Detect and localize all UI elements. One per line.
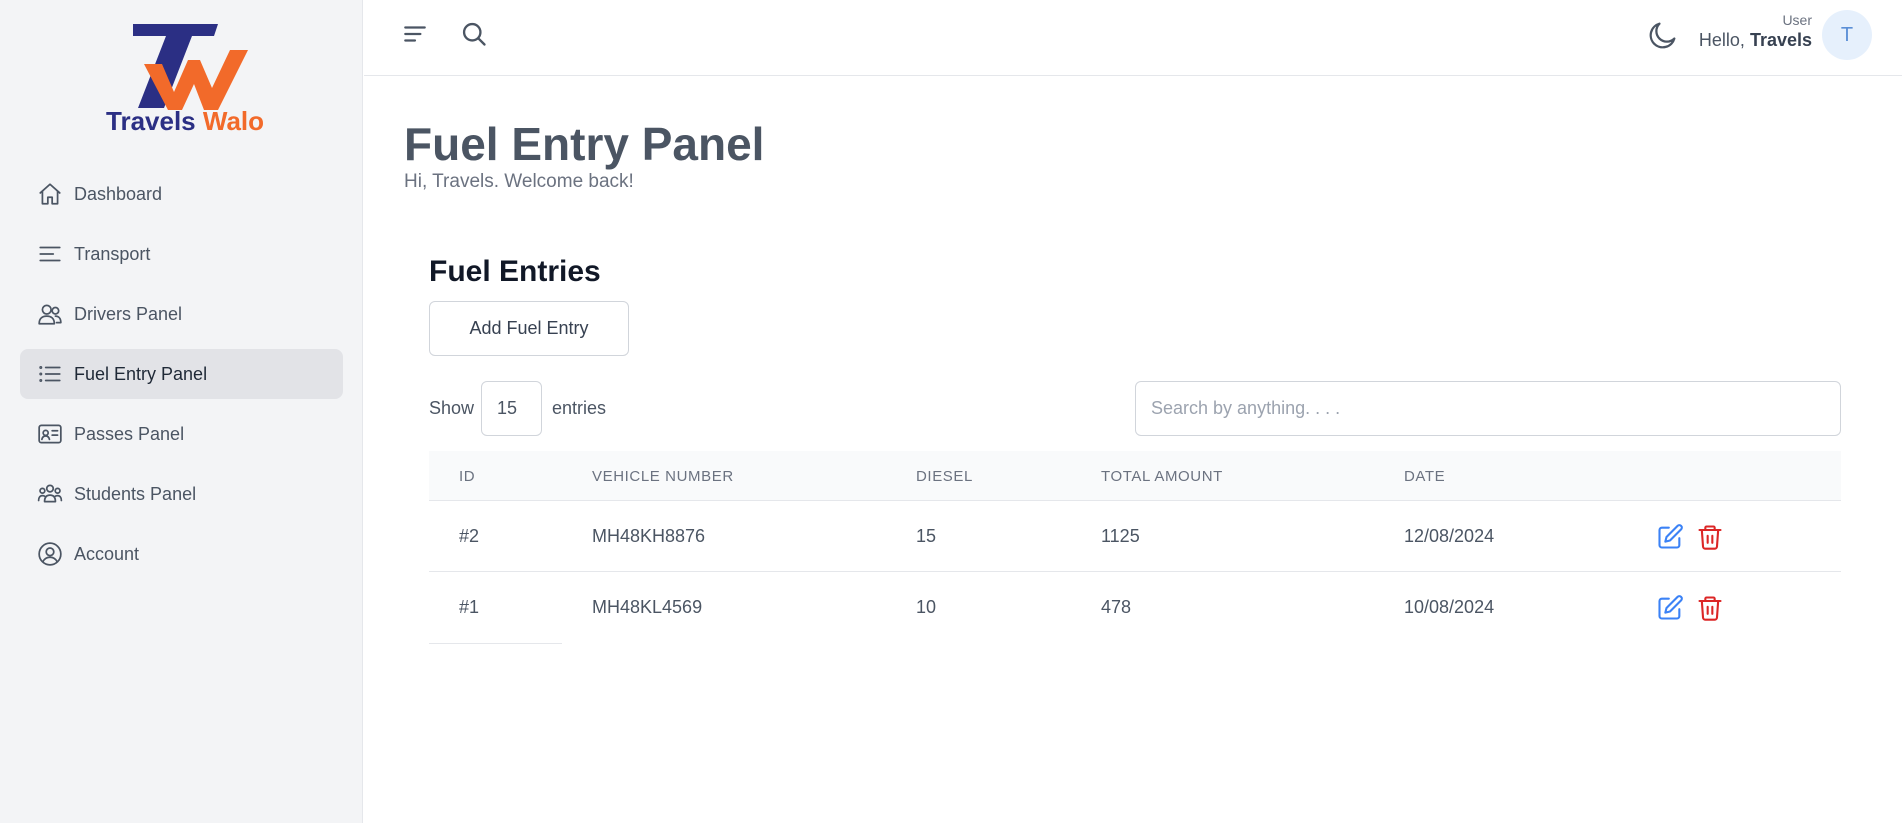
user-role: User <box>1782 12 1812 28</box>
column-header-vehicle-number[interactable]: VEHICLE NUMBER <box>592 468 734 485</box>
column-header-diesel[interactable]: DIESEL <box>916 468 973 485</box>
column-header-date[interactable]: DATE <box>1404 468 1445 485</box>
trash-icon <box>1698 596 1722 621</box>
theme-toggle-button[interactable] <box>1646 18 1680 52</box>
menu-icon <box>404 26 426 42</box>
group-icon <box>36 480 64 508</box>
search-button[interactable] <box>458 18 490 50</box>
edit-button[interactable] <box>1656 523 1684 551</box>
menu-toggle-button[interactable] <box>399 18 431 50</box>
sidebar-item-dashboard[interactable]: Dashboard <box>20 169 343 219</box>
cell-date: 10/08/2024 <box>1404 597 1495 617</box>
table-row: #1 MH48KL4569 10 478 10/08/2024 <box>429 572 1841 644</box>
column-header-id[interactable]: ID <box>459 468 475 485</box>
cell-id: #1 <box>459 597 480 617</box>
add-fuel-entry-button[interactable]: Add Fuel Entry <box>429 301 629 356</box>
sidebar-item-transport[interactable]: Transport <box>20 229 343 279</box>
sidebar-item-account[interactable]: Account <box>20 529 343 579</box>
cell-total-amount: 1125 <box>1101 526 1140 546</box>
avatar[interactable]: T <box>1822 10 1872 60</box>
search-input[interactable] <box>1135 381 1841 436</box>
moon-icon <box>1649 22 1676 49</box>
lines-icon <box>36 240 64 268</box>
sidebar-item-label: Students Panel <box>74 483 197 504</box>
top-header: User Hello, Travels T <box>364 0 1902 76</box>
sidebar-item-passes[interactable]: Passes Panel <box>20 409 343 459</box>
user-info: User Hello, Travels <box>1699 12 1812 51</box>
search-icon <box>462 22 486 46</box>
entries-label: entries <box>552 398 607 418</box>
page-title: Fuel Entry Panel <box>404 118 765 170</box>
users-icon <box>36 300 64 328</box>
sidebar-item-drivers[interactable]: Drivers Panel <box>20 289 343 339</box>
delete-button[interactable] <box>1696 594 1724 622</box>
logo-mark-icon <box>133 24 248 110</box>
sidebar-item-students[interactable]: Students Panel <box>20 469 343 519</box>
sidebar-item-fuel-entry[interactable]: Fuel Entry Panel <box>20 349 343 399</box>
sidebar-item-label: Drivers Panel <box>74 303 183 324</box>
cell-id: #2 <box>459 526 480 546</box>
row-divider <box>429 643 562 644</box>
brand-name-part2: Walo <box>202 106 265 136</box>
cell-date: 12/08/2024 <box>1404 526 1495 546</box>
section-title: Fuel Entries <box>429 255 601 288</box>
user-greeting: Hello, Travels <box>1699 30 1812 51</box>
cell-diesel: 15 <box>916 526 937 546</box>
show-label: Show <box>429 398 475 418</box>
edit-icon <box>1658 524 1683 549</box>
brand-logo[interactable]: Travels Walo <box>100 20 270 138</box>
sidebar-item-label: Fuel Entry Panel <box>74 363 208 384</box>
brand-name-part1: Travels <box>106 106 196 136</box>
cell-diesel: 10 <box>916 597 937 617</box>
entries-per-page-input[interactable] <box>481 381 542 436</box>
home-icon <box>36 180 64 208</box>
greeting-text: Hello, <box>1698 30 1745 50</box>
column-header-total-amount[interactable]: TOTAL AMOUNT <box>1101 468 1223 485</box>
user-circle-icon <box>36 540 64 568</box>
fuel-entries-table: ID VEHICLE NUMBER DIESEL TOTAL AMOUNT DA… <box>429 451 1841 644</box>
sidebar: Travels Walo Dashboard Transport Drivers… <box>0 0 363 823</box>
id-card-icon <box>36 420 64 448</box>
cell-vehicle-number: MH48KL4569 <box>592 597 703 617</box>
list-icon <box>36 360 64 388</box>
table-header: ID VEHICLE NUMBER DIESEL TOTAL AMOUNT DA… <box>429 451 1841 501</box>
edit-button[interactable] <box>1656 594 1684 622</box>
edit-icon <box>1658 595 1683 620</box>
sidebar-item-label: Dashboard <box>74 183 163 204</box>
sidebar-nav: Dashboard Transport Drivers Panel Fuel E… <box>20 169 343 589</box>
page-subtitle: Hi, Travels. Welcome back! <box>404 171 634 192</box>
sidebar-item-label: Transport <box>74 243 151 264</box>
trash-icon <box>1698 525 1722 550</box>
table-row: #2 MH48KH8876 15 1125 12/08/2024 <box>429 501 1841 572</box>
sidebar-item-label: Account <box>74 543 140 564</box>
user-name: Travels <box>1749 30 1812 50</box>
delete-button[interactable] <box>1696 523 1724 551</box>
sidebar-item-label: Passes Panel <box>74 423 185 444</box>
cell-total-amount: 478 <box>1101 597 1132 617</box>
cell-vehicle-number: MH48KH8876 <box>592 526 706 546</box>
brand-name: Travels Walo <box>106 106 264 137</box>
